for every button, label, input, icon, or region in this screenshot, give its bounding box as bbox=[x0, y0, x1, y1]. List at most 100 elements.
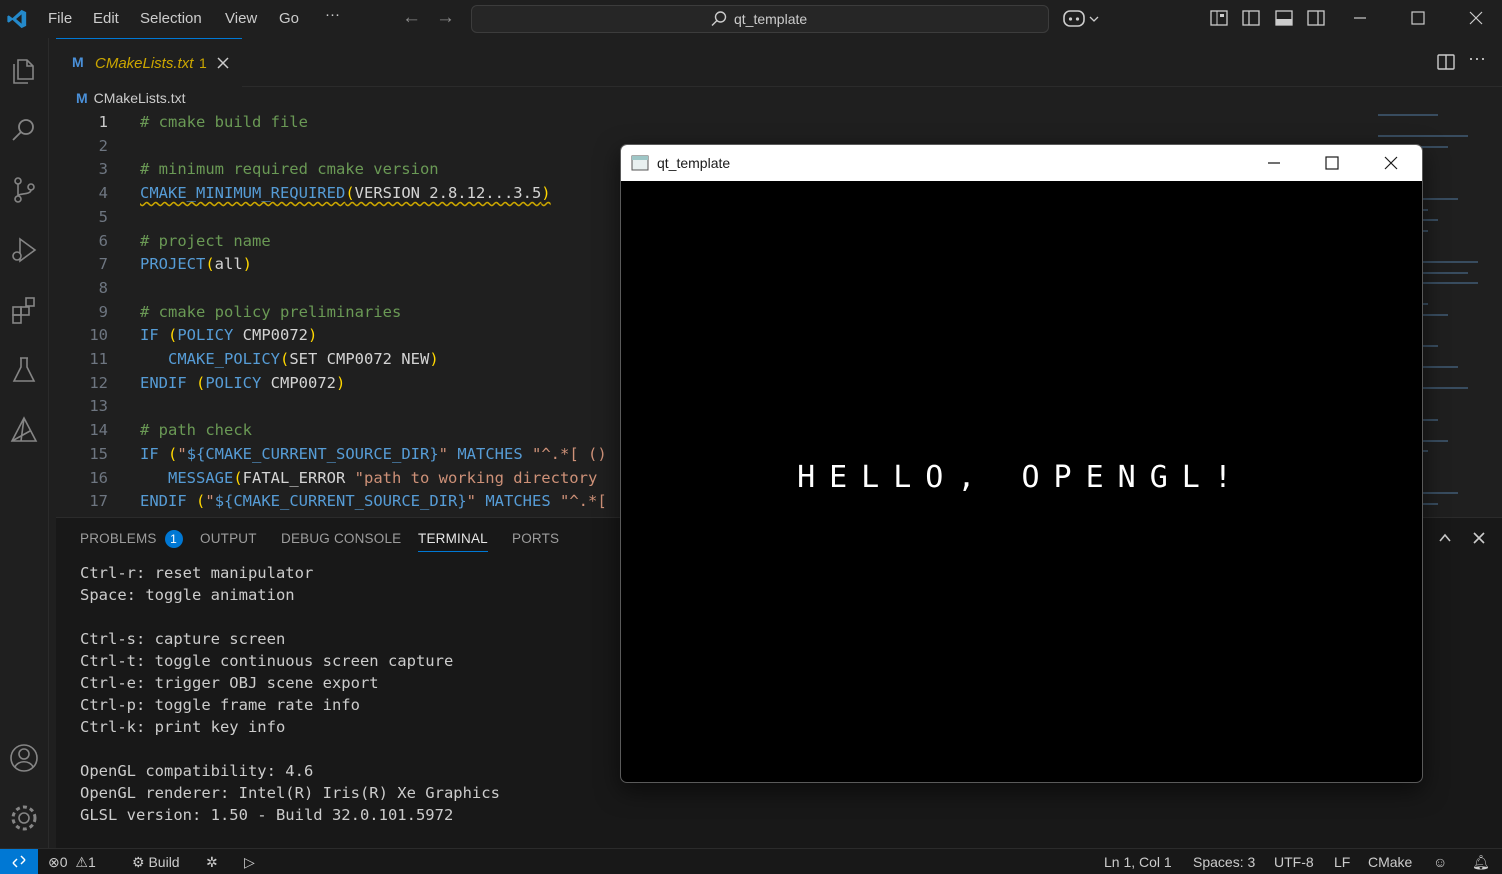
menu-file[interactable]: File bbox=[48, 10, 72, 27]
title-bar: File Edit Selection View Go ··· ← → qt_t… bbox=[0, 0, 1502, 38]
code-text: # path check bbox=[140, 421, 252, 440]
tab-label: CMakeLists.txt bbox=[95, 55, 194, 72]
terminal-line: Ctrl-k: print key info bbox=[80, 718, 286, 736]
qt-window-title-bar[interactable]: qt_template bbox=[621, 145, 1422, 181]
command-center-label: qt_template bbox=[734, 11, 808, 27]
account-icon[interactable] bbox=[8, 742, 40, 774]
breadcrumb[interactable]: M CMakeLists.txt bbox=[76, 90, 185, 106]
extensions-icon[interactable] bbox=[8, 294, 40, 326]
menu-selection[interactable]: Selection bbox=[140, 10, 202, 27]
back-arrow-icon[interactable]: ← bbox=[402, 7, 421, 29]
explorer-icon[interactable] bbox=[8, 54, 40, 86]
code-text: PROJECT(all) bbox=[140, 255, 253, 274]
error-icon: ⊗ bbox=[48, 854, 60, 870]
more-actions-icon[interactable]: ··· bbox=[1468, 48, 1486, 69]
menu-view[interactable]: View bbox=[225, 10, 257, 27]
close-panel-icon[interactable] bbox=[1472, 531, 1486, 545]
qt-close-icon[interactable] bbox=[1383, 155, 1399, 171]
notifications-bell-icon[interactable]: 🔔︎ bbox=[1472, 854, 1490, 871]
copilot-status-icon[interactable]: ☺ bbox=[1433, 854, 1447, 870]
code-text: CMAKE_MINIMUM_REQUIRED(VERSION 2.8.12...… bbox=[140, 184, 551, 203]
cmake-icon[interactable] bbox=[8, 414, 40, 446]
copilot-icon[interactable] bbox=[1062, 8, 1102, 30]
terminal-line: Space: toggle animation bbox=[80, 586, 295, 604]
search-icon bbox=[711, 11, 727, 26]
split-editor-icon[interactable] bbox=[1437, 53, 1455, 71]
terminal-line: GLSL version: 1.50 - Build 32.0.101.5972 bbox=[80, 806, 454, 824]
command-center-search[interactable]: qt_template bbox=[471, 5, 1049, 33]
settings-gear-icon[interactable] bbox=[8, 802, 40, 834]
line-number: 3 bbox=[98, 160, 108, 179]
run-debug-icon[interactable] bbox=[8, 234, 40, 266]
line-number: 6 bbox=[98, 231, 108, 250]
qt-window-title: qt_template bbox=[657, 155, 731, 171]
remote-indicator[interactable] bbox=[0, 849, 38, 874]
vscode-logo-icon bbox=[7, 9, 27, 29]
encoding[interactable]: UTF-8 bbox=[1274, 854, 1314, 870]
line-number: 11 bbox=[89, 350, 108, 368]
activity-bar bbox=[0, 38, 49, 848]
cursor-position[interactable]: Ln 1, Col 1 bbox=[1104, 854, 1172, 870]
minimize-icon[interactable] bbox=[1352, 10, 1368, 26]
opengl-hello-text: HELLO, OPENGL! bbox=[797, 460, 1246, 495]
qt-maximize-icon[interactable] bbox=[1324, 155, 1340, 171]
warning-count: 1 bbox=[87, 854, 96, 870]
tab-cmakelists[interactable]: M CMakeLists.txt 1 bbox=[56, 38, 242, 87]
menu-edit[interactable]: Edit bbox=[93, 10, 119, 27]
source-control-icon[interactable] bbox=[8, 174, 40, 206]
debug-bug-icon[interactable]: ✲ bbox=[206, 854, 218, 871]
cmake-file-icon: M bbox=[76, 90, 88, 106]
code-text: ENDIF (POLICY CMP0072) bbox=[140, 373, 346, 392]
line-number: 4 bbox=[98, 184, 108, 203]
line-number: 5 bbox=[98, 207, 108, 226]
tab-debug-console[interactable]: DEBUG CONSOLE bbox=[281, 531, 401, 546]
code-text: # minimum required cmake version bbox=[140, 160, 439, 179]
maximize-panel-chevron-up-icon[interactable] bbox=[1438, 531, 1452, 545]
qt-minimize-icon[interactable] bbox=[1266, 155, 1282, 171]
breadcrumb-file: CMakeLists.txt bbox=[93, 90, 186, 106]
line-number: 8 bbox=[98, 278, 108, 297]
tab-ports[interactable]: PORTS bbox=[512, 531, 559, 546]
testing-flask-icon[interactable] bbox=[8, 354, 40, 386]
search-icon[interactable] bbox=[8, 114, 40, 146]
forward-arrow-icon[interactable]: → bbox=[436, 7, 455, 29]
minimap-line bbox=[1378, 135, 1468, 137]
tab-output[interactable]: OUTPUT bbox=[200, 531, 257, 546]
line-number: 10 bbox=[89, 326, 108, 345]
customize-layout-icon[interactable] bbox=[1210, 9, 1228, 27]
cmake-file-icon: M bbox=[72, 54, 84, 70]
remote-icon bbox=[12, 855, 26, 868]
code-line[interactable]: 1 # cmake build file bbox=[56, 110, 1376, 134]
line-number: 2 bbox=[98, 136, 108, 155]
terminal-line: Ctrl-t: toggle continuous screen capture bbox=[80, 652, 454, 670]
line-number: 16 bbox=[89, 468, 108, 487]
editor-tab-bar bbox=[56, 38, 1502, 87]
problems-status[interactable]: ⊗0 ⚠1 bbox=[48, 854, 96, 871]
run-play-icon[interactable]: ▷ bbox=[244, 854, 255, 871]
close-window-icon[interactable] bbox=[1468, 10, 1484, 26]
qt-template-window[interactable]: qt_template HELLO, OPENGL! bbox=[620, 144, 1423, 783]
status-bar: ⊗0 ⚠1 ⚙ Build ✲ ▷ Ln 1, Col 1 Spaces: 3 … bbox=[0, 848, 1502, 874]
maximize-icon[interactable] bbox=[1410, 10, 1426, 26]
close-tab-icon[interactable] bbox=[216, 56, 230, 70]
indentation[interactable]: Spaces: 3 bbox=[1193, 854, 1255, 870]
tab-problems[interactable]: PROBLEMS 1 bbox=[80, 530, 183, 548]
menu-more[interactable]: ··· bbox=[325, 6, 340, 23]
app-window-icon bbox=[631, 155, 649, 171]
toggle-primary-sidebar-icon[interactable] bbox=[1242, 9, 1260, 27]
toggle-panel-icon[interactable] bbox=[1275, 9, 1293, 27]
build-button[interactable]: ⚙ Build bbox=[132, 854, 180, 871]
terminal-line: Ctrl-e: trigger OBJ scene export bbox=[80, 674, 379, 692]
menu-go[interactable]: Go bbox=[279, 10, 299, 27]
code-text: MESSAGE(FATAL_ERROR "path to working dir… bbox=[168, 468, 598, 487]
terminal-line: OpenGL renderer: Intel(R) Iris(R) Xe Gra… bbox=[80, 784, 500, 802]
toggle-secondary-sidebar-icon[interactable] bbox=[1307, 9, 1325, 27]
code-text: # project name bbox=[140, 231, 271, 250]
minimap-line bbox=[1378, 114, 1438, 116]
code-text: IF ("${CMAKE_CURRENT_SOURCE_DIR}" MATCHE… bbox=[140, 444, 607, 463]
language-mode[interactable]: CMake bbox=[1368, 854, 1412, 870]
warning-icon: ⚠ bbox=[75, 854, 88, 870]
code-text: ENDIF ("${CMAKE_CURRENT_SOURCE_DIR}" MAT… bbox=[140, 492, 607, 511]
end-of-line[interactable]: LF bbox=[1334, 854, 1350, 870]
tab-terminal[interactable]: TERMINAL bbox=[418, 531, 488, 552]
